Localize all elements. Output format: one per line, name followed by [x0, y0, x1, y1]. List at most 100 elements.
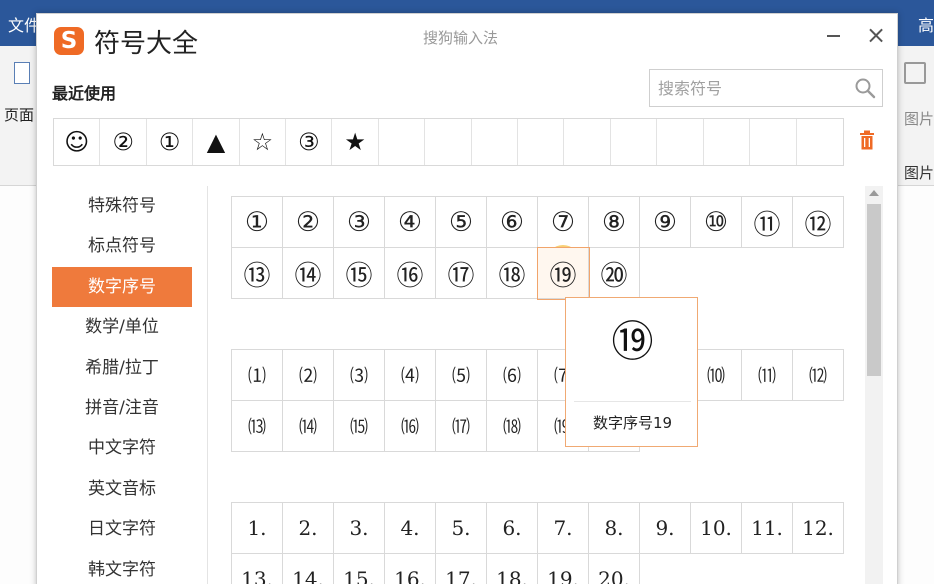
symbol-cell[interactable]: 10.: [691, 503, 742, 554]
symbol-cell[interactable]: 3.: [334, 503, 385, 554]
close-icon[interactable]: ×: [865, 22, 887, 48]
symbol-cell[interactable]: ⒀: [232, 401, 283, 452]
symbol-cell[interactable]: ⒄: [436, 401, 487, 452]
category-item[interactable]: 标点符号: [52, 226, 192, 266]
category-item[interactable]: 数字序号: [52, 266, 192, 308]
symbol-cell[interactable]: 18.: [487, 554, 538, 584]
symbol-cell[interactable]: ⑷: [385, 350, 436, 401]
recent-symbol-cell[interactable]: ②: [100, 119, 147, 165]
recent-symbol-cell[interactable]: [472, 119, 519, 165]
symbol-cell[interactable]: 6.: [487, 503, 538, 554]
recent-symbol-cell[interactable]: [379, 119, 426, 165]
category-item[interactable]: 中文字符: [52, 428, 192, 468]
symbol-cell[interactable]: ⑹: [487, 350, 538, 401]
host-page-label[interactable]: 页面: [4, 104, 34, 125]
symbol-cell[interactable]: 16.: [385, 554, 436, 584]
symbol-cell[interactable]: ⑿: [793, 350, 844, 401]
recent-symbol-cell[interactable]: ★: [332, 119, 379, 165]
symbol-cell[interactable]: ⒁: [283, 401, 334, 452]
symbol-cell[interactable]: 19.: [538, 554, 589, 584]
symbol-cell[interactable]: ⑫: [793, 197, 844, 248]
recent-symbol-cell[interactable]: [564, 119, 611, 165]
symbol-cell[interactable]: ④: [385, 197, 436, 248]
category-item[interactable]: 希腊/拉丁: [52, 348, 192, 388]
symbol-cell[interactable]: 5.: [436, 503, 487, 554]
symbol-cell[interactable]: 13.: [232, 554, 283, 584]
recent-symbol-cell[interactable]: [750, 119, 797, 165]
recent-symbol-cell[interactable]: ☺: [54, 119, 101, 165]
symbol-cell[interactable]: ⒂: [334, 401, 385, 452]
symbol-cell[interactable]: 9.: [640, 503, 691, 554]
recent-symbol-cell[interactable]: ①: [147, 119, 194, 165]
recent-symbol-cell[interactable]: [518, 119, 565, 165]
recent-symbol-cell[interactable]: ▲: [193, 119, 240, 165]
symbol-cell[interactable]: ⑭: [283, 248, 334, 299]
search-box[interactable]: [649, 69, 883, 107]
symbol-cell[interactable]: ⑨: [640, 197, 691, 248]
symbol-cell[interactable]: ⑱: [487, 248, 538, 299]
symbol-cell[interactable]: 2.: [283, 503, 334, 554]
symbol-cell[interactable]: ⑴: [232, 350, 283, 401]
symbol-cell[interactable]: 20.: [589, 554, 640, 584]
symbol-cell[interactable]: ⑾: [742, 350, 793, 401]
symbol-cell[interactable]: 11.: [742, 503, 793, 554]
symbol-cell[interactable]: 4.: [385, 503, 436, 554]
symbol-cell[interactable]: ②: [283, 197, 334, 248]
trash-icon[interactable]: [859, 130, 875, 150]
preview-divider: [574, 401, 691, 402]
host-picture-label[interactable]: 图片: [904, 108, 934, 129]
symbol-cell[interactable]: 8.: [589, 503, 640, 554]
scrollbar-thumb[interactable]: [867, 204, 881, 376]
host-picture-label-2[interactable]: 图片: [904, 162, 934, 183]
symbol-cell[interactable]: 1.: [232, 503, 283, 554]
symbol-cell[interactable]: ⑪: [742, 197, 793, 248]
category-item[interactable]: 英文音标: [52, 469, 192, 509]
symbol-cell[interactable]: ⑸: [436, 350, 487, 401]
symbol-cell[interactable]: ⑶: [334, 350, 385, 401]
symbol-cell[interactable]: ⑵: [283, 350, 334, 401]
host-picture-icon[interactable]: [904, 62, 926, 84]
symbol-cell[interactable]: 17.: [436, 554, 487, 584]
recent-symbol-cell[interactable]: [704, 119, 751, 165]
recent-symbol-cell[interactable]: [611, 119, 658, 165]
symbol-cell[interactable]: ⑥: [487, 197, 538, 248]
symbol-cell[interactable]: ⒃: [385, 401, 436, 452]
sogou-logo-icon: S: [54, 27, 84, 55]
recent-symbol-cell[interactable]: [657, 119, 704, 165]
category-item[interactable]: 特殊符号: [52, 186, 192, 226]
search-icon[interactable]: [854, 77, 876, 99]
recent-symbol-cell[interactable]: [425, 119, 472, 165]
host-document-icon[interactable]: [14, 62, 30, 84]
recent-symbol-cell[interactable]: ③: [286, 119, 333, 165]
preview-glyph: ⑲: [611, 317, 654, 366]
symbol-cell[interactable]: ①: [232, 197, 283, 248]
symbol-cell[interactable]: 7.: [538, 503, 589, 554]
symbol-cell[interactable]: ⑮: [334, 248, 385, 299]
search-input[interactable]: [658, 77, 848, 99]
symbol-cell[interactable]: ⒅: [487, 401, 538, 452]
symbol-cell[interactable]: 14.: [283, 554, 334, 584]
category-item[interactable]: 韩文字符: [52, 550, 192, 584]
host-right-fragment: 高: [917, 16, 934, 35]
category-item[interactable]: 拼音/注音: [52, 388, 192, 428]
symbol-cell[interactable]: ⑯: [385, 248, 436, 299]
recent-symbol-cell[interactable]: ☆: [240, 119, 287, 165]
scroll-up-arrow-icon[interactable]: [869, 190, 879, 196]
parenthesized-numbers-grid: ⑴⑵⑶⑷⑸⑹⑺⑻⑼⑽⑾⑿⒀⒁⒂⒃⒄⒅⒆⒇: [231, 349, 844, 452]
symbol-cell[interactable]: ⑰: [436, 248, 487, 299]
symbol-cell[interactable]: ⑲: [537, 247, 590, 300]
symbol-preview-tooltip: ⑲ 数字序号19: [565, 297, 698, 447]
symbol-cell[interactable]: 15.: [334, 554, 385, 584]
recent-symbol-cell[interactable]: [797, 119, 843, 165]
symbol-cell[interactable]: ⑧: [589, 197, 640, 248]
symbol-cell[interactable]: ⑳: [589, 248, 640, 299]
symbol-cell[interactable]: ③: [334, 197, 385, 248]
symbol-cell[interactable]: 12.: [793, 503, 844, 554]
symbol-cell[interactable]: ⑩: [691, 197, 742, 248]
symbol-cell[interactable]: ⑦: [538, 197, 589, 248]
symbol-cell[interactable]: ⑬: [232, 248, 283, 299]
category-item[interactable]: 数学/单位: [52, 307, 192, 347]
symbol-cell[interactable]: ⑤: [436, 197, 487, 248]
category-item[interactable]: 日文字符: [52, 509, 192, 549]
minimize-icon[interactable]: [827, 35, 840, 37]
